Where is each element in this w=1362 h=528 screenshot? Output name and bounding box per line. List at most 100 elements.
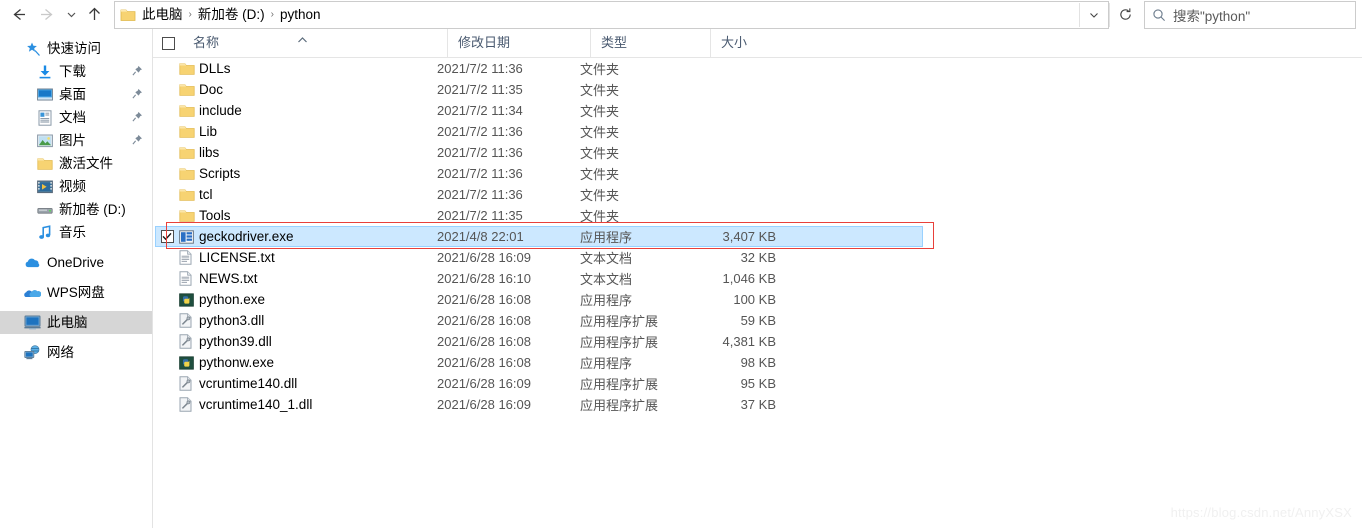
table-row[interactable]: tcl 2021/7/2 11:36 文件夹	[153, 184, 1362, 205]
cell-name: Tools	[199, 208, 231, 223]
column-header-date[interactable]: 修改日期	[447, 29, 590, 57]
sidebar-item-3[interactable]: 文档	[0, 106, 152, 129]
column-header-name[interactable]: 名称	[183, 29, 447, 57]
table-row[interactable]: NEWS.txt 2021/6/28 16:10 文本文档 1,046 KB	[153, 268, 1362, 289]
cell-name: DLLs	[199, 61, 231, 76]
table-row[interactable]: pythonw.exe 2021/6/28 16:08 应用程序 98 KB	[153, 352, 1362, 373]
table-row[interactable]: vcruntime140.dll 2021/6/28 16:09 应用程序扩展 95 …	[153, 373, 1362, 394]
cell-name: vcruntime140.dll	[199, 376, 298, 391]
folder-icon	[175, 209, 199, 223]
sidebar-item-8[interactable]: 音乐	[0, 221, 152, 244]
table-row[interactable]: Lib 2021/7/2 11:36 文件夹	[153, 121, 1362, 142]
cell-size: 100 KB	[733, 292, 776, 307]
sidebar-item-12[interactable]: 网络	[0, 341, 152, 364]
table-row[interactable]: Scripts 2021/7/2 11:36 文件夹	[153, 163, 1362, 184]
sidebar-item-11[interactable]: 此电脑	[0, 311, 152, 334]
sidebar-item-label: 此电脑	[47, 315, 88, 330]
cell-date: 2021/6/28 16:09	[437, 376, 531, 391]
cell-size: 4,381 KB	[722, 334, 777, 349]
folder-icon	[175, 167, 199, 181]
cell-name: NEWS.txt	[199, 271, 258, 286]
column-header-size[interactable]: 大小	[710, 29, 792, 57]
pin-icon-wrapper[interactable]	[132, 87, 143, 102]
sidebar-item-1[interactable]: 下载	[0, 60, 152, 83]
column-header-type[interactable]: 类型	[590, 29, 710, 57]
cell-date: 2021/6/28 16:09	[437, 397, 531, 412]
recent-locations-button[interactable]	[60, 1, 82, 29]
table-row[interactable]: python3.dll 2021/6/28 16:08 应用程序扩展 59 KB	[153, 310, 1362, 331]
sidebar-item-5[interactable]: 激活文件	[0, 152, 152, 175]
exe-generic-icon	[175, 229, 199, 244]
sidebar-item-6[interactable]: 视频	[0, 175, 152, 198]
cell-date: 2021/6/28 16:08	[437, 292, 531, 307]
cell-type: 文件夹	[580, 62, 620, 77]
sidebar-item-2[interactable]: 桌面	[0, 83, 152, 106]
checkmark-icon	[162, 232, 172, 241]
dll-file-icon	[175, 397, 199, 412]
sidebar-item-7[interactable]: 新加卷 (D:)	[0, 198, 152, 221]
sidebar-item-10[interactable]: WPS网盘	[0, 281, 152, 304]
select-all-checkbox[interactable]	[153, 29, 183, 57]
file-list-pane: 名称 修改日期 类型 大小 DLLs 2021/7/2 11:36 文件夹 Doc 20…	[153, 29, 1362, 528]
cell-type: 应用程序扩展	[580, 398, 659, 413]
back-button[interactable]	[6, 1, 33, 29]
sidebar-item-4[interactable]: 图片	[0, 129, 152, 152]
sidebar-item-label: 快速访问	[47, 41, 101, 56]
table-row[interactable]: geckodriver.exe 2021/4/8 22:01 应用程序 3,407 K…	[153, 226, 1362, 247]
up-arrow-icon	[88, 7, 100, 20]
dll-file-icon	[175, 376, 199, 391]
breadcrumb[interactable]: 此电脑 › 新加卷 (D:) › python	[114, 0, 1109, 29]
dll-file-icon	[175, 313, 199, 328]
refresh-button[interactable]	[1109, 2, 1140, 27]
breadcrumb-item-2[interactable]: python	[276, 3, 325, 27]
table-row[interactable]: vcruntime140_1.dll 2021/6/28 16:09 应用程序扩展 3…	[153, 394, 1362, 415]
pin-icon-wrapper[interactable]	[132, 110, 143, 125]
breadcrumb-separator[interactable]: ›	[269, 3, 276, 27]
folder-icon	[175, 188, 199, 202]
table-row[interactable]: Doc 2021/7/2 11:35 文件夹	[153, 79, 1362, 100]
sidebar-item-label: 激活文件	[59, 156, 113, 171]
cell-date: 2021/6/28 16:10	[437, 271, 531, 286]
cell-type: 应用程序	[580, 356, 633, 371]
cell-name: python.exe	[199, 292, 266, 307]
table-row[interactable]: DLLs 2021/7/2 11:36 文件夹	[153, 58, 1362, 79]
pin-icon-wrapper[interactable]	[132, 64, 143, 79]
folder-icon	[36, 155, 53, 172]
table-row[interactable]: include 2021/7/2 11:34 文件夹	[153, 100, 1362, 121]
cell-type: 文件夹	[580, 188, 620, 203]
breadcrumb-item-0[interactable]: 此电脑	[138, 3, 187, 27]
breadcrumb-dropdown-button[interactable]	[1079, 2, 1108, 27]
forward-button[interactable]	[33, 1, 60, 29]
cell-type: 文本文档	[580, 251, 633, 266]
chevron-down-icon	[1090, 12, 1098, 18]
table-row[interactable]: LICENSE.txt 2021/6/28 16:09 文本文档 32 KB	[153, 247, 1362, 268]
search-box[interactable]: 搜索"python"	[1144, 0, 1356, 29]
table-row[interactable]: python39.dll 2021/6/28 16:08 应用程序扩展 4,381 K…	[153, 331, 1362, 352]
cell-name: geckodriver.exe	[199, 229, 294, 244]
sidebar-item-label: WPS网盘	[47, 285, 105, 300]
breadcrumb-item-1[interactable]: 新加卷 (D:)	[194, 3, 269, 27]
sidebar-item-0[interactable]: 快速访问	[0, 37, 152, 60]
cell-date: 2021/6/28 16:09	[437, 250, 531, 265]
row-checkbox[interactable]	[153, 230, 175, 243]
table-row[interactable]: Tools 2021/7/2 11:35 文件夹	[153, 205, 1362, 226]
checkbox-glyph	[161, 36, 175, 50]
search-input[interactable]: 搜索"python"	[1173, 5, 1250, 25]
desktop-icon	[36, 86, 53, 103]
cell-type: 应用程序	[580, 293, 633, 308]
column-header-row: 名称 修改日期 类型 大小	[153, 29, 1362, 58]
table-row[interactable]: libs 2021/7/2 11:36 文件夹	[153, 142, 1362, 163]
cell-name: pythonw.exe	[199, 355, 275, 370]
table-row[interactable]: python.exe 2021/6/28 16:08 应用程序 100 KB	[153, 289, 1362, 310]
folder-icon	[175, 62, 199, 76]
sidebar-item-label: 桌面	[59, 87, 86, 102]
sidebar-item-9[interactable]: OneDrive	[0, 251, 152, 274]
videos-icon	[36, 178, 53, 195]
music-icon	[36, 224, 53, 241]
breadcrumb-separator[interactable]: ›	[187, 3, 194, 27]
pin-icon-wrapper[interactable]	[132, 133, 143, 148]
sidebar-item-label: 视频	[59, 179, 86, 194]
sidebar-item-label: 图片	[59, 133, 86, 148]
up-one-level-button[interactable]	[82, 1, 106, 29]
cell-type: 应用程序扩展	[580, 335, 659, 350]
